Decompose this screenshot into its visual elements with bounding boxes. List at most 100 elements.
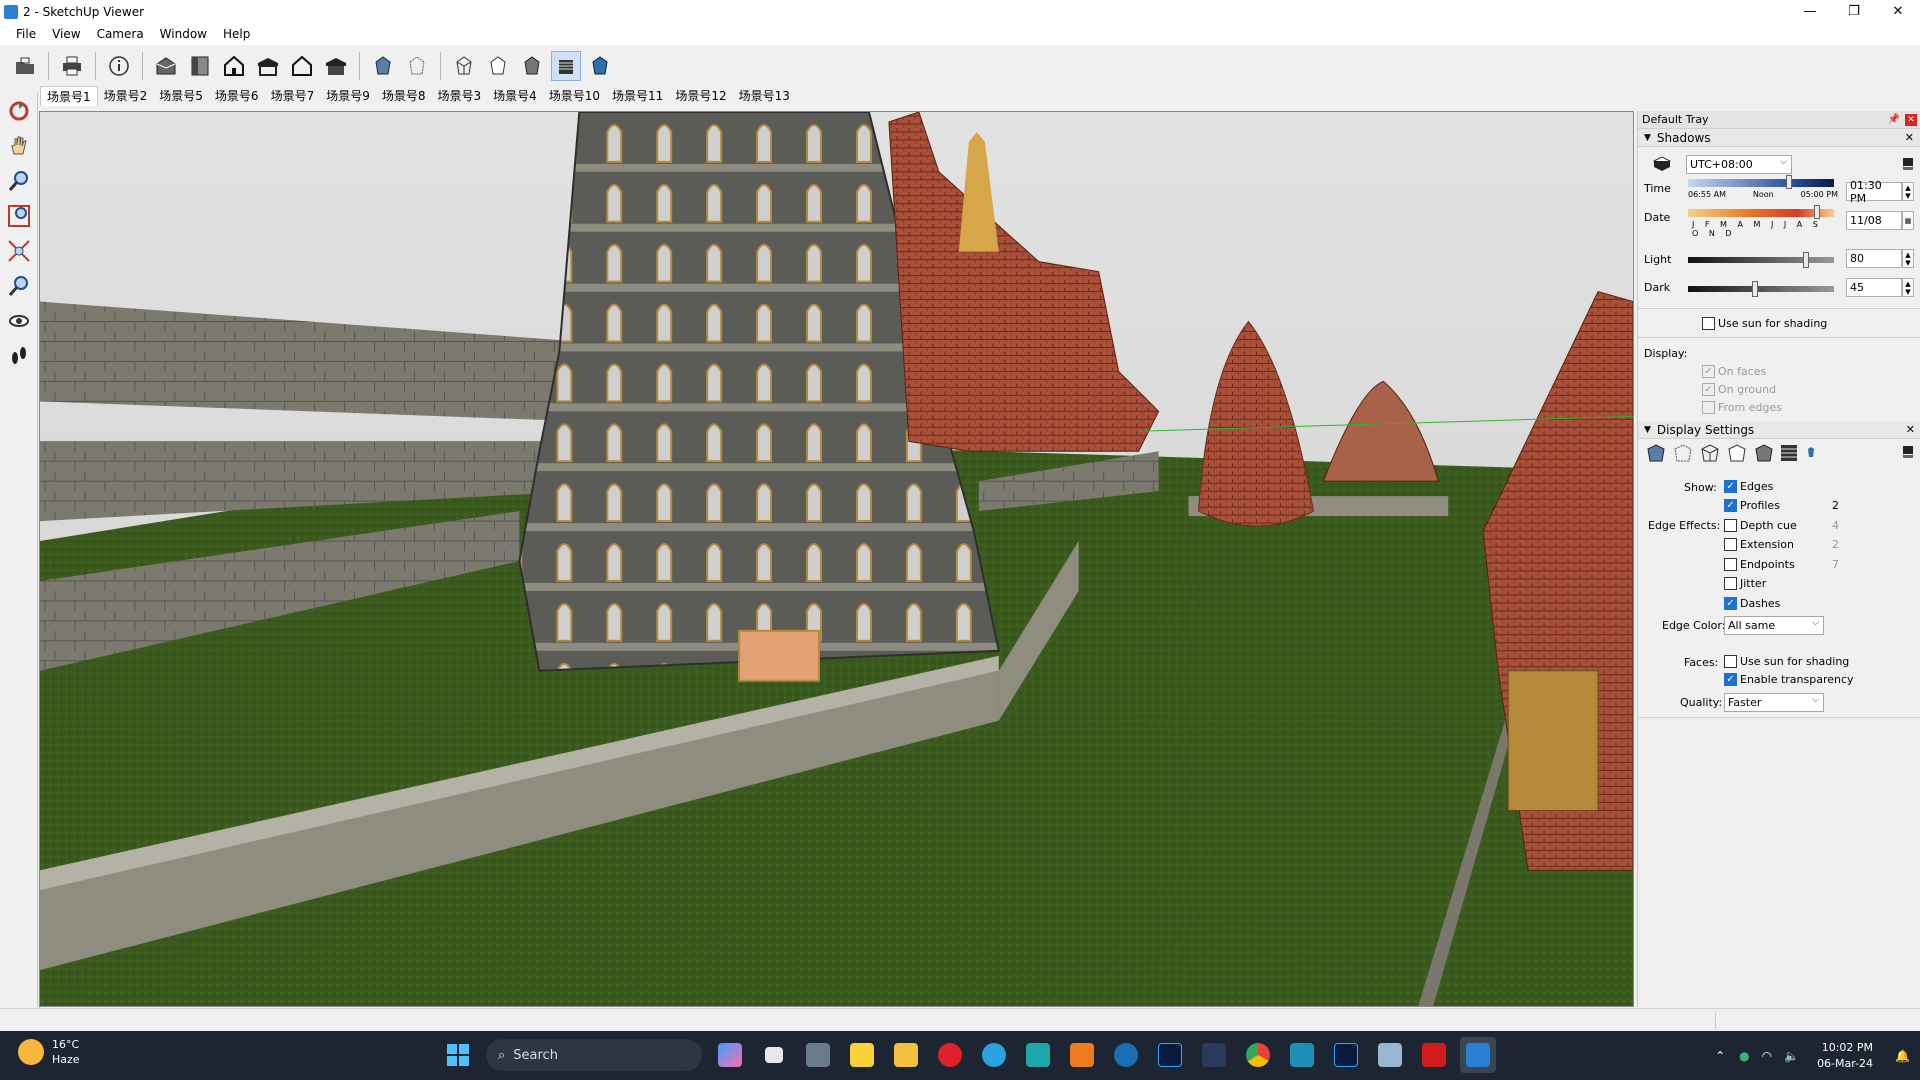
display-settings-close-icon[interactable]: ✕	[1906, 423, 1915, 436]
menu-window[interactable]: Window	[160, 27, 207, 41]
sticky-notes-icon[interactable]	[844, 1037, 880, 1073]
previous-view-icon[interactable]	[3, 270, 35, 302]
depth-cue-value[interactable]: 4	[1832, 519, 1839, 532]
endpoints-checkbox[interactable]: Endpoints	[1724, 558, 1795, 571]
scene-tab-10[interactable]: 场景号10	[543, 86, 606, 106]
app-icon-triangle[interactable]	[1196, 1037, 1232, 1073]
chrome-icon[interactable]	[1240, 1037, 1276, 1073]
shaded-textures-icon[interactable]	[551, 51, 581, 81]
edges-checkbox[interactable]: ✓ Edges	[1724, 480, 1773, 493]
app-icon-teal[interactable]	[1020, 1037, 1056, 1073]
hidden-line-icon[interactable]	[483, 51, 513, 81]
pan-icon[interactable]	[3, 130, 35, 162]
date-picker-icon[interactable]: ▦	[1902, 211, 1914, 230]
light-spinner[interactable]: ▲ ▼	[1902, 249, 1914, 268]
menu-file[interactable]: File	[16, 27, 36, 41]
menu-help[interactable]: Help	[223, 27, 250, 41]
menu-camera[interactable]: Camera	[97, 27, 144, 41]
look-around-icon[interactable]	[3, 305, 35, 337]
scene-tab-8[interactable]: 场景号8	[376, 86, 432, 106]
dark-input[interactable]: 45	[1846, 278, 1902, 297]
scene-tab-13[interactable]: 场景号13	[733, 86, 796, 106]
endpoints-value[interactable]: 7	[1832, 558, 1839, 571]
scene-tab-4[interactable]: 场景号4	[487, 86, 543, 106]
front-view-icon[interactable]	[219, 51, 249, 81]
walk-icon[interactable]	[3, 340, 35, 372]
open-icon[interactable]	[10, 51, 40, 81]
zoom-extents-icon[interactable]	[3, 235, 35, 267]
app-tray-icon[interactable]: ●	[1739, 1049, 1749, 1063]
display-settings-section-header[interactable]: ▼ Display Settings ✕	[1638, 421, 1920, 439]
print-icon[interactable]	[57, 51, 87, 81]
on-faces-checkbox[interactable]: ✓ On faces	[1702, 365, 1766, 378]
sketchup-viewer-taskbar-icon[interactable]	[1460, 1037, 1496, 1073]
scene-tab-11[interactable]: 场景号11	[606, 86, 669, 106]
shadows-section-header[interactable]: ▼ Shadows ✕	[1638, 129, 1920, 147]
faces-use-sun-checkbox[interactable]: Use sun for shading	[1724, 655, 1849, 668]
jitter-checkbox[interactable]: Jitter	[1724, 577, 1766, 590]
extension-checkbox[interactable]: Extension	[1724, 538, 1794, 551]
close-button[interactable]: ✕	[1876, 0, 1920, 22]
zoom-window-icon[interactable]	[3, 200, 35, 232]
measurements-box[interactable]	[1715, 1012, 1920, 1029]
zoom-icon[interactable]	[3, 165, 35, 197]
display-options-icon[interactable]	[1902, 445, 1914, 459]
scene-tab-7[interactable]: 场景号7	[265, 86, 321, 106]
wireframe-icon[interactable]	[449, 51, 479, 81]
steam-icon[interactable]	[1108, 1037, 1144, 1073]
xray-icon[interactable]	[368, 51, 398, 81]
on-ground-checkbox[interactable]: ✓ On ground	[1702, 383, 1776, 396]
acrobat-icon[interactable]	[1416, 1037, 1452, 1073]
extension-value[interactable]: 2	[1832, 538, 1839, 551]
photoshop-icon[interactable]	[1152, 1037, 1188, 1073]
edge-color-select[interactable]: All same ⌵	[1724, 616, 1824, 635]
time-slider-thumb[interactable]	[1786, 175, 1792, 189]
date-slider-thumb[interactable]	[1814, 205, 1820, 219]
minimize-button[interactable]: —	[1788, 0, 1832, 22]
light-slider-thumb[interactable]	[1803, 252, 1809, 268]
scene-tab-2[interactable]: 场景号2	[98, 86, 154, 106]
scene-tab-3[interactable]: 场景号3	[431, 86, 487, 106]
volume-icon[interactable]: 🔈	[1784, 1049, 1799, 1063]
weather-widget[interactable]: 16°C Haze	[18, 1037, 80, 1067]
app-icon-chart[interactable]	[1372, 1037, 1408, 1073]
shaded-icon[interactable]	[517, 51, 547, 81]
model-viewport[interactable]	[39, 111, 1634, 1007]
from-edges-checkbox[interactable]: From edges	[1702, 401, 1782, 414]
back-view-icon[interactable]	[287, 51, 317, 81]
opera-icon[interactable]	[932, 1037, 968, 1073]
app-icon-3[interactable]	[1284, 1037, 1320, 1073]
photoshop-icon-2[interactable]	[1328, 1037, 1364, 1073]
enable-transparency-checkbox[interactable]: ✓ Enable transparency	[1724, 673, 1854, 686]
left-view-icon[interactable]	[321, 51, 351, 81]
shadow-options-icon[interactable]	[1902, 157, 1914, 171]
time-input[interactable]: 01:30 PM	[1846, 179, 1902, 205]
iso-view-icon[interactable]	[151, 51, 181, 81]
file-explorer-icon[interactable]	[888, 1037, 924, 1073]
quality-select[interactable]: Faster ⌵	[1724, 693, 1824, 712]
wifi-icon[interactable]: ◠	[1762, 1049, 1772, 1063]
date-input[interactable]: 11/08	[1846, 211, 1902, 230]
scene-tab-1[interactable]: 场景号1	[40, 86, 98, 106]
dashes-checkbox[interactable]: ✓ Dashes	[1724, 597, 1780, 610]
taskbar-clock[interactable]: 10:02 PM 06-Mar-24	[1817, 1040, 1873, 1072]
depth-cue-checkbox[interactable]: Depth cue	[1724, 519, 1797, 532]
copilot-icon[interactable]	[712, 1037, 748, 1073]
profiles-value[interactable]: 2	[1832, 499, 1839, 512]
top-view-icon[interactable]	[185, 51, 215, 81]
tray-close-button[interactable]: ✕	[1905, 114, 1917, 126]
dark-spinner[interactable]: ▲ ▼	[1902, 278, 1914, 297]
orbit-icon[interactable]	[3, 95, 35, 127]
light-slider[interactable]	[1688, 252, 1834, 268]
chevron-up-icon[interactable]: ⌃	[1715, 1049, 1725, 1063]
date-slider[interactable]	[1688, 205, 1834, 219]
shadow-toggle-icon[interactable]	[1652, 155, 1672, 173]
light-input[interactable]: 80	[1846, 249, 1902, 268]
dark-slider-thumb[interactable]	[1752, 281, 1758, 297]
time-spinner[interactable]: ▲ ▼	[1902, 182, 1914, 201]
task-view-icon[interactable]	[756, 1037, 792, 1073]
scene-tab-12[interactable]: 场景号12	[669, 86, 732, 106]
profiles-checkbox[interactable]: ✓ Profiles	[1724, 499, 1780, 512]
dark-slider[interactable]	[1688, 281, 1834, 297]
notification-bell-icon[interactable]: 🔔	[1895, 1049, 1910, 1063]
